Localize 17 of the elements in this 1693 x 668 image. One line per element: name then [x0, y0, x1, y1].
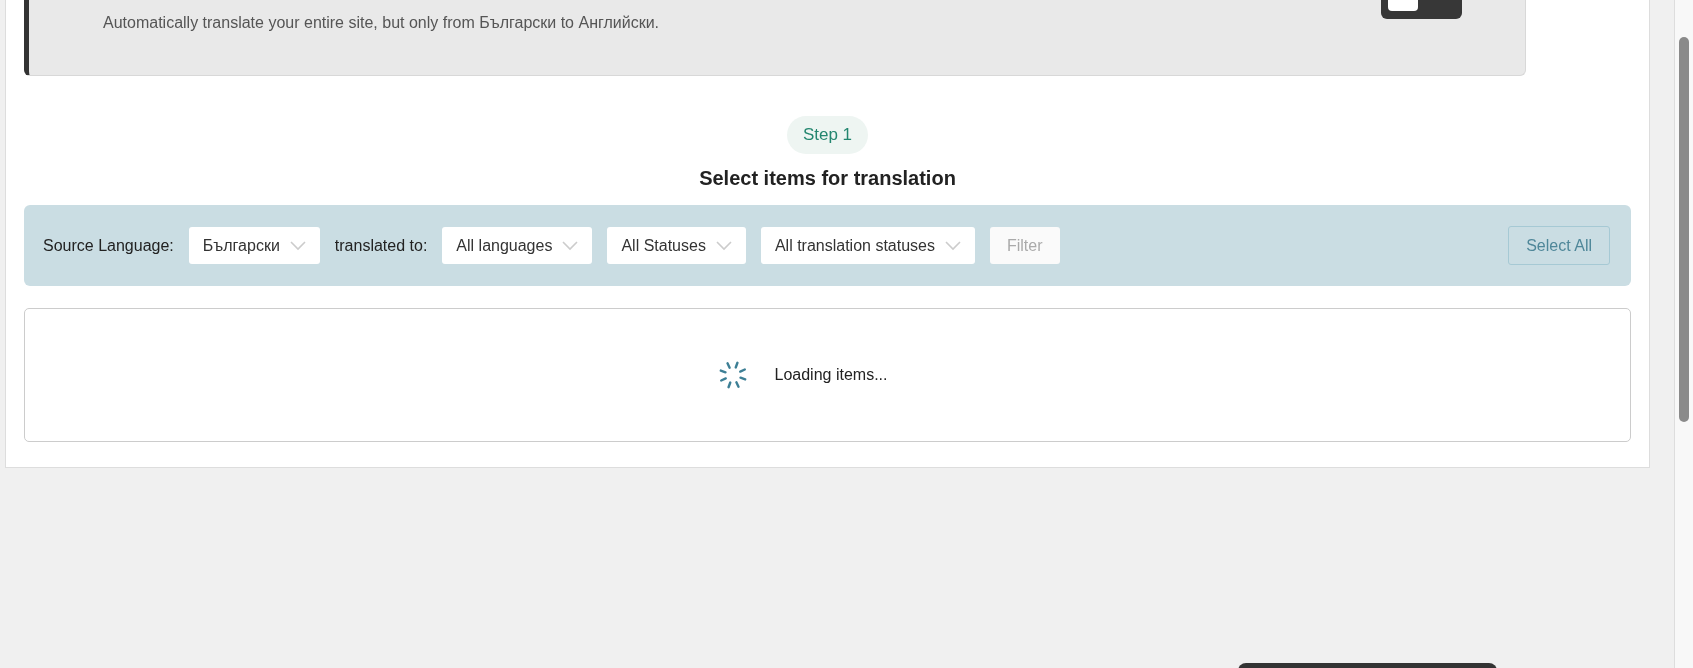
- chevron-down-icon: [562, 240, 579, 251]
- chevron-down-icon: [945, 240, 961, 251]
- loading-spinner-icon: [717, 360, 748, 390]
- step-badge: Step 1: [786, 116, 869, 154]
- toggle-switch[interactable]: [1381, 0, 1462, 19]
- loading-text: Loading items...: [774, 366, 888, 384]
- card-description: Automatically translate your entire site, but only from Български to Английски.: [103, 14, 660, 31]
- section-heading: Select items for translation: [699, 167, 956, 190]
- chevron-down-icon: [289, 240, 306, 251]
- filter-dropdown[interactable]: All Statuses: [607, 227, 746, 264]
- source-language-dropdown[interactable]: Български: [188, 227, 320, 264]
- filter-dropdown[interactable]: All languages: [442, 227, 593, 264]
- filter-dropdown[interactable]: All translation statuses: [760, 227, 975, 264]
- source-language-label: Source Language:: [43, 236, 174, 255]
- translated-to-label: translated to:: [334, 236, 428, 255]
- chevron-down-icon: [715, 240, 732, 251]
- scrollbar-thumb[interactable]: [1679, 37, 1689, 422]
